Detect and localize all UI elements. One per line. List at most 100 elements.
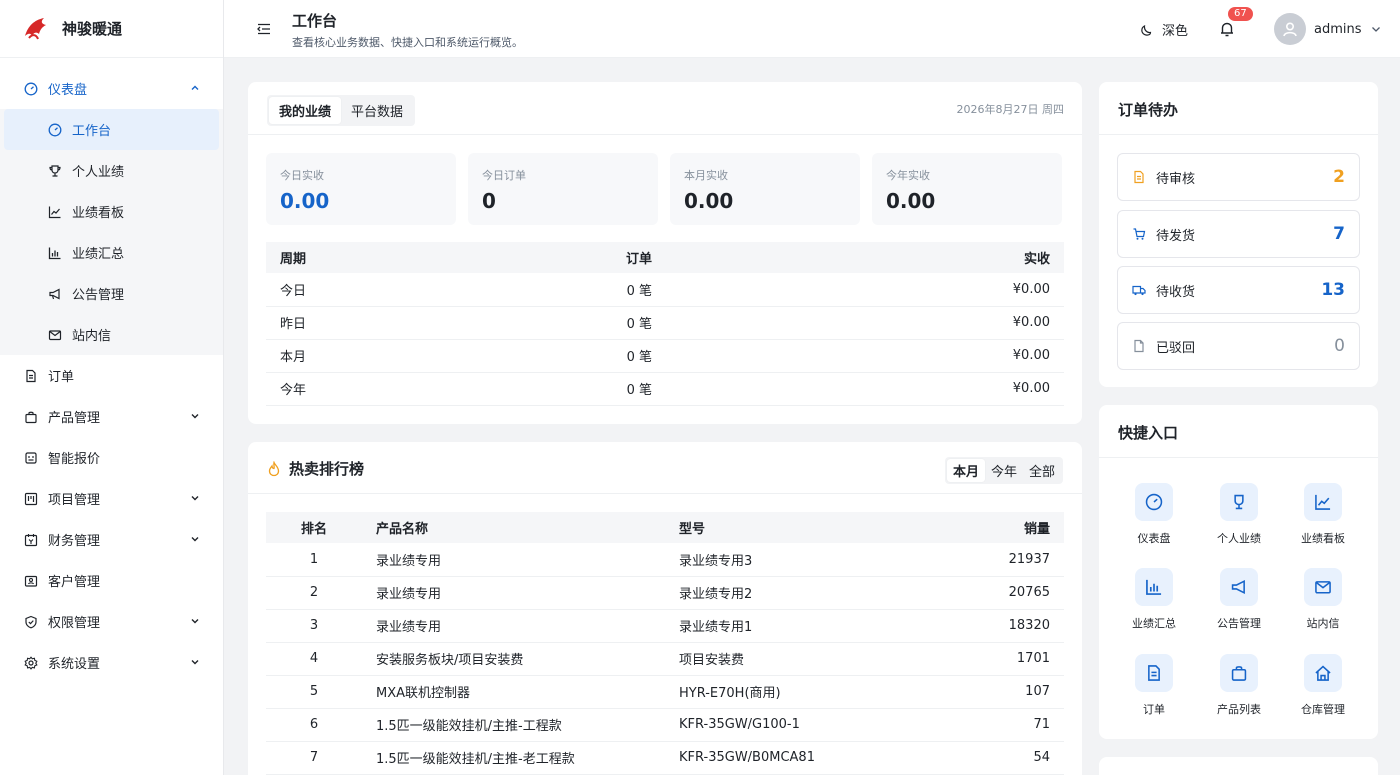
sidebar-group-label: 仪表盘 — [48, 83, 88, 98]
performance-card: 我的业绩 平台数据 2026年8月27日 周四 今日实收 0.00 今日订单 0… — [248, 82, 1082, 424]
tab-this-year[interactable]: 今年 — [985, 459, 1023, 482]
bag-icon — [1220, 654, 1258, 692]
column-header: 销量 — [935, 512, 1064, 543]
sidebar-item-label: 站内信 — [72, 329, 112, 344]
stat-year-revenue: 今年实收 0.00 — [872, 153, 1062, 225]
cell-period: 本月 — [266, 339, 466, 373]
quick-access-card: 快捷入口 仪表盘 个人业绩 业绩看板 业绩汇总 公告管理 站内信 订单 产品列表… — [1099, 405, 1378, 739]
notification-badge: 67 — [1228, 7, 1253, 21]
table-header-row: 排名 产品名称 型号 销量 — [266, 512, 1064, 543]
shield-icon — [24, 615, 38, 629]
brand-name: 神骏暖通 — [62, 20, 123, 38]
quick-item-announcements[interactable]: 公告管理 — [1199, 568, 1279, 631]
todo-item-rejected[interactable]: 已驳回 0 — [1117, 322, 1360, 370]
document-icon — [24, 369, 38, 383]
cell-rank: 4 — [266, 642, 362, 676]
user-menu[interactable]: admins — [1274, 13, 1382, 45]
sidebar-item-label: 公告管理 — [72, 288, 125, 303]
tab-platform-data[interactable]: 平台数据 — [341, 97, 413, 124]
brand[interactable]: 神骏暖通 — [0, 0, 223, 58]
cell-orders: 0 笔 — [466, 372, 666, 406]
chevron-down-icon — [191, 537, 199, 542]
cell-sales: 71 — [935, 708, 1064, 742]
sidebar-item-label: 权限管理 — [48, 616, 101, 631]
hot-ranking-table: 排名 产品名称 型号 销量 1 录业绩专用 录业绩专用3 21937 2 录业绩… — [266, 512, 1064, 775]
stat-value: 0.00 — [886, 189, 936, 213]
sidebar-item-customers[interactable]: 客户管理 — [0, 560, 223, 601]
sidebar-item-products[interactable]: 产品管理 — [0, 396, 223, 437]
cell-revenue: ¥0.00 — [666, 273, 1064, 307]
stat-month-revenue: 本月实收 0.00 — [670, 153, 860, 225]
next-card — [1099, 757, 1378, 775]
sidebar-item-performance-board[interactable]: 业绩看板 — [0, 191, 223, 232]
quick-item-label: 仪表盘 — [1137, 532, 1171, 545]
stat-today-orders: 今日订单 0 — [468, 153, 658, 225]
avatar — [1274, 13, 1306, 45]
quick-item-warehouse[interactable]: 仓库管理 — [1283, 654, 1363, 717]
document-icon — [1135, 654, 1173, 692]
sidebar-item-announcements[interactable]: 公告管理 — [0, 273, 223, 314]
cell-sales: 18320 — [935, 609, 1064, 643]
cell-period: 今年 — [266, 372, 466, 406]
sidebar-item-permissions[interactable]: 权限管理 — [0, 601, 223, 642]
cell-period: 昨日 — [266, 306, 466, 340]
sidebar-item-personal-performance[interactable]: 个人业绩 — [0, 150, 223, 191]
quick-title: 快捷入口 — [1118, 424, 1179, 442]
quick-item-performance-summary[interactable]: 业绩汇总 — [1114, 568, 1194, 631]
table-row: 4 安装服务板块/项目安装费 项目安装费 1701 — [266, 642, 1064, 676]
table-row: 昨日 0 笔 ¥0.00 — [266, 306, 1064, 340]
sidebar-item-performance-summary[interactable]: 业绩汇总 — [0, 232, 223, 273]
cell-orders: 0 笔 — [466, 306, 666, 340]
quick-item-dashboard[interactable]: 仪表盘 — [1114, 483, 1194, 546]
sidebar-item-messages[interactable]: 站内信 — [0, 314, 223, 355]
menu-fold-icon[interactable] — [256, 21, 272, 37]
table-row: 本月 0 笔 ¥0.00 — [266, 339, 1064, 373]
tab-all[interactable]: 全部 — [1023, 459, 1061, 482]
cell-rank: 2 — [266, 576, 362, 610]
sidebar-item-orders[interactable]: 订单 — [0, 355, 223, 396]
page-title: 工作台 — [292, 12, 338, 30]
sidebar-item-workbench[interactable]: 工作台 — [4, 109, 219, 150]
home-icon — [1304, 654, 1342, 692]
chevron-down-icon — [191, 496, 199, 501]
sidebar-item-label: 个人业绩 — [72, 165, 125, 180]
column-header: 产品名称 — [362, 512, 665, 543]
cell-sales: 107 — [935, 675, 1064, 709]
sidebar-item-smart-quote[interactable]: 智能报价 — [0, 437, 223, 478]
quick-item-product-list[interactable]: 产品列表 — [1199, 654, 1279, 717]
sidebar-item-label: 系统设置 — [48, 657, 101, 672]
sidebar-item-label: 智能报价 — [48, 452, 101, 467]
tab-this-month[interactable]: 本月 — [946, 459, 985, 482]
quick-item-messages[interactable]: 站内信 — [1283, 568, 1363, 631]
hot-range-tabs: 本月 今年 全部 — [944, 457, 1063, 484]
quick-item-orders[interactable]: 订单 — [1114, 654, 1194, 717]
dashboard-icon — [1135, 483, 1173, 521]
theme-toggle-button[interactable]: 深色 — [1140, 20, 1188, 39]
sidebar-item-finance[interactable]: 财务管理 — [0, 519, 223, 560]
cell-rank: 5 — [266, 675, 362, 709]
todo-item-pending-shipment[interactable]: 待发货 7 — [1117, 210, 1360, 258]
bell-icon[interactable] — [1218, 20, 1236, 38]
line-chart-icon — [48, 205, 62, 219]
chevron-up-icon — [191, 85, 199, 90]
cell-product-name: 1.5匹一级能效挂机/主推-工程款 — [362, 708, 665, 742]
stat-label: 本月实收 — [684, 169, 728, 182]
cell-rank: 1 — [266, 543, 362, 577]
quick-item-personal-performance[interactable]: 个人业绩 — [1199, 483, 1279, 546]
sidebar-item-projects[interactable]: 项目管理 — [0, 478, 223, 519]
quick-item-label: 业绩看板 — [1301, 532, 1345, 545]
todo-item-pending-review[interactable]: 待审核 2 — [1117, 153, 1360, 201]
sidebar-group-dashboard[interactable]: 仪表盘 — [0, 68, 223, 109]
cell-model: 录业绩专用3 — [665, 543, 935, 577]
cell-product-name: MXA联机控制器 — [362, 675, 665, 709]
divider — [248, 493, 1082, 494]
quick-item-label: 仓库管理 — [1301, 703, 1345, 716]
todo-item-pending-receipt[interactable]: 待收货 13 — [1117, 266, 1360, 314]
quick-item-label: 业绩汇总 — [1132, 617, 1176, 630]
sidebar-item-settings[interactable]: 系统设置 — [0, 642, 223, 683]
quick-item-performance-board[interactable]: 业绩看板 — [1283, 483, 1363, 546]
todo-label: 待发货 — [1156, 228, 1196, 244]
sidebar: 神骏暖通 仪表盘 工作台 个人业绩 业绩看板 业绩汇总 公告管理 站内信 订单 … — [0, 0, 224, 775]
sidebar-item-label: 产品管理 — [48, 411, 101, 426]
tab-my-performance[interactable]: 我的业绩 — [269, 97, 342, 124]
